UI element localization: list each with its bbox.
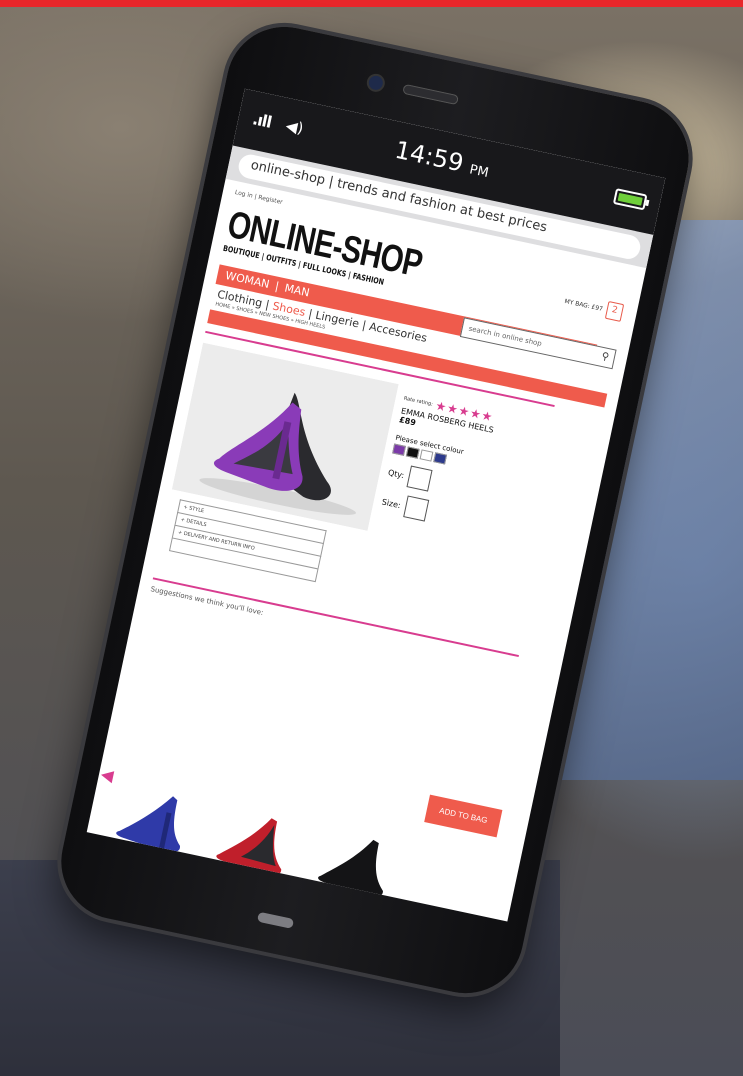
swatch-blue[interactable] (433, 452, 448, 465)
my-bag[interactable]: MY BAG: £97 2 (563, 292, 625, 322)
add-to-bag-button[interactable]: ADD TO BAG (424, 794, 503, 838)
volume-icon: ◀) (284, 116, 305, 138)
carousel-prev-icon[interactable]: ◀ (99, 764, 115, 785)
nav-separator: | (273, 279, 281, 293)
black-shoe (318, 839, 383, 898)
front-camera-icon (367, 74, 385, 92)
clock-time: 14:59 (392, 135, 466, 178)
home-button[interactable] (256, 911, 295, 929)
suggestion-red-heels[interactable] (207, 792, 312, 889)
red-shoe (216, 818, 282, 876)
bag-label: MY BAG: £97 (563, 297, 604, 313)
battery-fill (617, 192, 643, 206)
size-label: Size: (381, 496, 402, 510)
product-image[interactable] (171, 342, 399, 531)
suggestion-carousel (106, 770, 414, 910)
clock: 14:59 PM (393, 136, 493, 183)
swatch-black[interactable] (405, 446, 420, 459)
earpiece-speaker (402, 83, 460, 106)
suggestion-blue-heels[interactable] (106, 770, 211, 867)
top-red-bar (0, 0, 743, 7)
blue-shoe (116, 796, 180, 853)
quantity-input[interactable] (406, 465, 433, 492)
shopping-bag-icon[interactable]: 2 (604, 300, 625, 322)
signal-icon: .ıll (250, 109, 273, 132)
swatch-purple[interactable] (392, 443, 406, 456)
rating-label: Rate rating: (403, 395, 434, 408)
size-select[interactable] (403, 495, 430, 522)
search-icon[interactable]: ⚲ (600, 351, 609, 363)
battery-icon (612, 188, 648, 211)
qty-label: Qty: (387, 467, 406, 480)
suggestion-black-heels[interactable] (309, 813, 414, 910)
clock-ampm: PM (468, 162, 490, 182)
swatch-white[interactable] (419, 449, 434, 462)
nav-woman[interactable]: WOMAN (224, 269, 271, 291)
nav-man[interactable]: MAN (283, 282, 310, 300)
